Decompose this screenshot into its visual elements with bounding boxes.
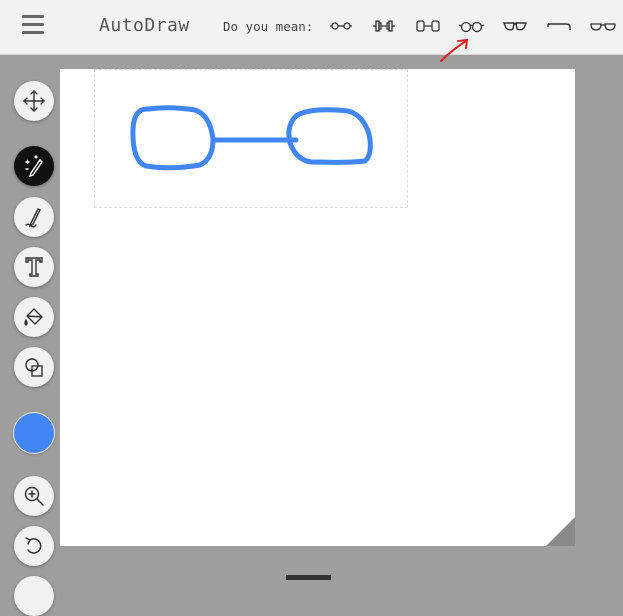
canvas-resize-handle[interactable] xyxy=(546,517,575,546)
text-icon xyxy=(25,257,43,277)
color-picker-button[interactable] xyxy=(14,413,54,453)
delete-button[interactable] xyxy=(14,576,54,616)
suggestion-round-glasses-icon[interactable] xyxy=(456,14,486,38)
annotation-arrow-icon xyxy=(440,38,469,62)
undo-icon xyxy=(25,537,42,554)
zoom-in-icon xyxy=(24,486,44,506)
drawing-canvas[interactable] xyxy=(60,69,575,546)
pencil-icon xyxy=(25,208,41,228)
fill-tool-button[interactable] xyxy=(14,297,54,337)
user-drawing xyxy=(130,105,373,171)
suggestion-prompt: Do you mean: xyxy=(223,19,314,34)
menu-icon[interactable] xyxy=(22,15,44,35)
type-tool-button[interactable] xyxy=(14,247,54,287)
bottom-panel-tab[interactable] xyxy=(286,575,331,580)
undo-button[interactable] xyxy=(14,526,54,566)
shape-tool-button[interactable] xyxy=(14,347,54,387)
magic-pencil-icon xyxy=(25,155,43,178)
suggestion-eyeglasses-icon[interactable] xyxy=(588,14,618,38)
shapes-icon xyxy=(25,358,43,377)
draw-tool-button[interactable] xyxy=(14,197,54,237)
suggestion-dumbbell-icon[interactable] xyxy=(369,14,399,38)
top-bar: AutoDraw Do you mean: xyxy=(0,0,623,55)
suggestion-cane-icon[interactable] xyxy=(544,14,574,38)
move-tool-button[interactable] xyxy=(14,81,54,121)
autodraw-tool-button[interactable] xyxy=(14,146,54,186)
suggestion-sunglasses-icon[interactable] xyxy=(500,14,530,38)
app-title: AutoDraw xyxy=(99,15,190,36)
paint-bucket-icon xyxy=(24,308,43,326)
suggestion-glasses-connected-icon[interactable] xyxy=(326,14,356,38)
suggestion-barbell-icon[interactable] xyxy=(413,14,443,38)
move-icon xyxy=(23,90,45,112)
zoom-button[interactable] xyxy=(14,476,54,516)
